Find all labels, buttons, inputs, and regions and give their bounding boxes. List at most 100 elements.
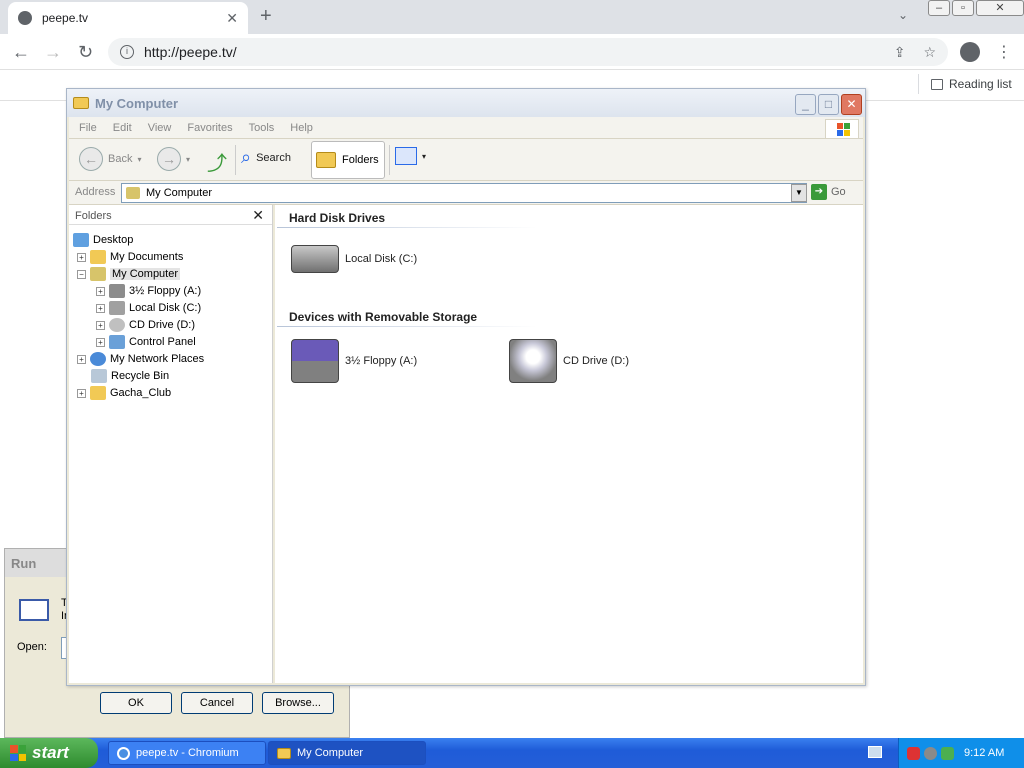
local-disk-item[interactable]: Local Disk (C:) (291, 245, 417, 273)
forward-arrow-icon[interactable]: → (44, 42, 62, 62)
keyboard-icon[interactable] (868, 746, 882, 758)
my-documents-icon (90, 250, 106, 264)
close-button[interactable]: ✕ (841, 94, 862, 115)
section-hard-disk-drives: Hard Disk Drives (289, 211, 386, 225)
menu-help[interactable]: Help (290, 122, 313, 134)
expand-icon[interactable]: + (96, 337, 105, 347)
minimize-button[interactable]: – (928, 0, 950, 16)
search-label: Search (256, 151, 291, 164)
tree-item-network[interactable]: + My Network Places (77, 351, 204, 367)
tree-item-gacha-club[interactable]: + Gacha_Club (77, 385, 171, 401)
tab-strip: peepe.tv ✕ + ⌄ – ▫ ✕ (0, 0, 1024, 34)
section-removable-storage: Devices with Removable Storage (289, 310, 478, 324)
browse-button[interactable]: Browse... (262, 692, 334, 714)
menu-tools[interactable]: Tools (249, 122, 275, 134)
expand-icon[interactable]: + (77, 354, 86, 364)
menu-view[interactable]: View (148, 122, 172, 134)
reading-list-icon (931, 78, 943, 90)
info-icon[interactable]: i (120, 45, 134, 59)
new-tab-button[interactable]: + (260, 6, 272, 26)
go-button[interactable]: ➔ Go (811, 184, 846, 200)
system-tray: 9:12 AM (898, 738, 1024, 768)
url-text[interactable]: http://peepe.tv/ (144, 44, 237, 60)
bookmark-star-icon[interactable]: ☆ (923, 44, 936, 61)
start-button[interactable]: start (0, 738, 98, 768)
taskbar: start peepe.tv - Chromium My Computer 9:… (0, 738, 1024, 768)
search-button[interactable]: ⌕ Search (241, 147, 291, 168)
folder-icon (90, 386, 106, 400)
tree-item-cd-drive[interactable]: + CD Drive (D:) (96, 317, 195, 333)
content-pane: Hard Disk Drives Local Disk (C:) Devices… (275, 205, 863, 683)
clock[interactable]: 9:12 AM (964, 747, 1004, 759)
cd-drive-item[interactable]: CD Drive (D:) (509, 339, 629, 383)
tree-item-local-disk[interactable]: + Local Disk (C:) (96, 300, 201, 316)
views-button[interactable]: ▾ (395, 147, 426, 165)
address-input[interactable]: My Computer (121, 183, 807, 203)
speaker-icon[interactable] (924, 746, 937, 760)
network-icon[interactable] (941, 746, 954, 760)
expand-icon[interactable]: + (77, 388, 86, 398)
tree-label: My Documents (110, 251, 184, 263)
section-divider (277, 326, 537, 327)
menu-dots-icon[interactable]: ⋮ (996, 42, 1012, 62)
menu-bar: File Edit View Favorites Tools Help (69, 117, 863, 139)
cancel-button[interactable]: Cancel (181, 692, 253, 714)
address-bar[interactable]: i http://peepe.tv/ ⇪ ☆ (108, 38, 948, 66)
tree-item-control-panel[interactable]: + Control Panel (96, 334, 196, 350)
cd-drive-icon (509, 339, 557, 383)
my-computer-icon (90, 267, 106, 281)
menu-file[interactable]: File (79, 122, 97, 134)
separator (235, 145, 236, 175)
browser-tab[interactable]: peepe.tv ✕ (8, 2, 248, 34)
expand-icon[interactable]: + (96, 286, 105, 296)
up-folder-button[interactable]: ⤴ (207, 147, 227, 176)
tree-item-floppy[interactable]: + 3½ Floppy (A:) (96, 283, 201, 299)
desktop-icon (73, 233, 89, 247)
device-label: Local Disk (C:) (345, 253, 418, 265)
window-titlebar[interactable]: My Computer (67, 89, 865, 117)
folders-header: Folders ✕ (69, 205, 272, 225)
minimize-button[interactable]: _ (795, 94, 816, 115)
menu-edit[interactable]: Edit (113, 122, 132, 134)
go-arrow-icon: ➔ (811, 184, 827, 200)
tree-item-my-computer[interactable]: − My Computer (77, 266, 181, 282)
reload-icon[interactable]: ↻ (78, 42, 93, 62)
taskbar-item-chromium[interactable]: peepe.tv - Chromium (108, 741, 266, 765)
tree-item-recycle-bin[interactable]: Recycle Bin (91, 368, 169, 384)
chromium-icon (117, 746, 130, 760)
section-divider (277, 227, 537, 228)
folders-pane: Folders ✕ Desktop + My Documents − My Co… (69, 205, 273, 683)
task-label: My Computer (297, 747, 364, 759)
tab-search-chevron-icon[interactable]: ⌄ (898, 8, 908, 22)
close-tab-icon[interactable]: ✕ (226, 10, 238, 27)
share-icon[interactable]: ⇪ (894, 44, 906, 61)
forward-button[interactable]: → ▾ (157, 147, 190, 171)
tree-label: Local Disk (C:) (129, 302, 202, 314)
back-arrow-icon: ← (79, 147, 103, 171)
expand-icon[interactable]: + (96, 320, 105, 330)
device-label: CD Drive (D:) (563, 355, 629, 367)
antivirus-icon[interactable] (907, 746, 920, 760)
back-button[interactable]: ← Back ▾ (79, 147, 141, 171)
back-arrow-icon[interactable]: ← (12, 42, 30, 62)
address-dropdown-icon[interactable]: ▼ (791, 184, 807, 202)
profile-avatar[interactable] (960, 42, 980, 62)
taskbar-item-my-computer[interactable]: My Computer (268, 741, 426, 765)
ok-button[interactable]: OK (100, 692, 172, 714)
maximize-button[interactable]: □ (818, 94, 839, 115)
separator (389, 145, 390, 175)
close-button[interactable]: ✕ (976, 0, 1024, 16)
close-pane-icon[interactable]: ✕ (252, 207, 264, 224)
restore-button[interactable]: ▫ (952, 0, 974, 16)
reading-list-button[interactable]: Reading list (918, 74, 1012, 94)
folders-button[interactable]: Folders (311, 141, 385, 179)
floppy-item[interactable]: 3½ Floppy (A:) (291, 339, 417, 383)
expand-icon[interactable]: + (77, 252, 86, 262)
floppy-icon (291, 339, 339, 383)
tree-item-my-documents[interactable]: + My Documents (77, 249, 183, 265)
tree-item-desktop[interactable]: Desktop (73, 232, 133, 248)
menu-favorites[interactable]: Favorites (187, 122, 232, 134)
folder-icon (73, 97, 89, 109)
collapse-icon[interactable]: − (77, 269, 86, 279)
expand-icon[interactable]: + (96, 303, 105, 313)
